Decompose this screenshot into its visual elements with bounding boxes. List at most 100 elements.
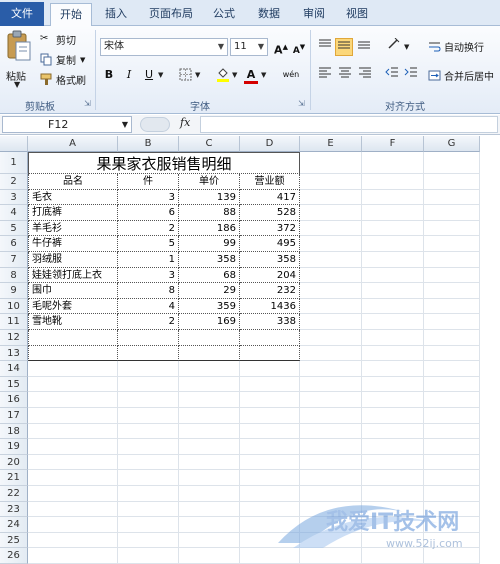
row-header[interactable]: 11 <box>0 314 28 330</box>
grid-cell[interactable] <box>424 283 480 299</box>
grid-cell[interactable] <box>179 501 240 518</box>
align-right-button[interactable] <box>356 66 374 84</box>
table-cell[interactable]: 29 <box>179 283 240 299</box>
grid-cell[interactable] <box>28 439 118 455</box>
grid-cell[interactable] <box>28 454 118 471</box>
grid-cell[interactable] <box>362 298 424 315</box>
formula-input[interactable] <box>200 116 498 133</box>
row-header[interactable]: 9 <box>0 283 28 299</box>
table-header-cell[interactable]: 单价 <box>179 174 240 190</box>
copy-button[interactable]: 复制 ▼ <box>40 52 85 67</box>
copy-dropdown-icon[interactable]: ▼ <box>80 56 85 64</box>
grid-cell[interactable] <box>362 283 424 299</box>
grid-cell[interactable] <box>362 423 424 440</box>
grid-cell[interactable] <box>362 361 424 377</box>
grid-cell[interactable] <box>28 532 118 549</box>
table-cell[interactable] <box>28 330 118 346</box>
name-box[interactable]: F12 ▼ <box>2 116 132 133</box>
table-cell[interactable]: 羽绒服 <box>28 252 118 268</box>
paste-dropdown-icon[interactable]: ▼ <box>14 80 20 89</box>
grid-cell[interactable] <box>300 283 362 299</box>
grid-cell[interactable] <box>118 486 179 502</box>
tab-page-layout[interactable]: 页面布局 <box>141 3 201 26</box>
row-header[interactable]: 21 <box>0 470 28 486</box>
row-header[interactable]: 19 <box>0 439 28 455</box>
chevron-down-icon[interactable]: ▼ <box>122 117 128 132</box>
table-cell[interactable]: 围巾 <box>28 283 118 299</box>
align-top-button[interactable] <box>316 38 334 56</box>
row-header[interactable]: 3 <box>0 189 28 206</box>
grid-cell[interactable] <box>118 392 179 408</box>
table-cell[interactable]: 毛呢外套 <box>28 298 118 315</box>
grid-cell[interactable] <box>300 376 362 393</box>
grid-cell[interactable] <box>118 408 179 424</box>
font-dialog-launcher-icon[interactable]: ⇲ <box>298 99 305 108</box>
font-color-button[interactable]: A <box>242 66 260 84</box>
grid-cell[interactable] <box>300 205 362 221</box>
tab-insert[interactable]: 插入 <box>97 3 135 26</box>
grid-cell[interactable] <box>118 501 179 518</box>
grid-cell[interactable] <box>179 423 240 440</box>
orientation-dropdown-icon[interactable]: ▼ <box>404 43 409 51</box>
grid-cell[interactable] <box>362 220 424 237</box>
row-header[interactable]: 26 <box>0 548 28 564</box>
grid-cell[interactable] <box>300 439 362 455</box>
align-middle-button[interactable] <box>335 38 353 56</box>
row-header[interactable]: 4 <box>0 205 28 221</box>
grid-cell[interactable] <box>362 205 424 221</box>
grid-cell[interactable] <box>240 376 300 393</box>
column-header[interactable]: D <box>240 136 300 152</box>
italic-button[interactable]: I <box>120 66 138 84</box>
font-name-combo[interactable]: 宋体 ▼ <box>100 38 228 56</box>
table-cell[interactable]: 毛衣 <box>28 189 118 206</box>
row-header[interactable]: 16 <box>0 392 28 408</box>
row-header[interactable]: 24 <box>0 517 28 533</box>
merge-center-button[interactable]: 合并后居中 <box>428 68 494 83</box>
font-color-dropdown-icon[interactable]: ▼ <box>261 71 266 79</box>
grid-cell[interactable] <box>424 174 480 190</box>
align-left-button[interactable] <box>316 66 334 84</box>
grid-cell[interactable] <box>300 252 362 268</box>
table-header-cell[interactable]: 营业额 <box>240 174 300 190</box>
row-header[interactable]: 12 <box>0 330 28 346</box>
grid-cell[interactable] <box>424 423 480 440</box>
border-dropdown-icon[interactable]: ▼ <box>195 71 200 79</box>
grid-cell[interactable] <box>28 423 118 440</box>
table-cell[interactable]: 68 <box>179 267 240 284</box>
row-header[interactable]: 23 <box>0 501 28 518</box>
tab-view[interactable]: 视图 <box>338 3 376 26</box>
grid-cell[interactable] <box>300 392 362 408</box>
grid-cell[interactable] <box>118 439 179 455</box>
grid-cell[interactable] <box>300 220 362 237</box>
grid-cell[interactable] <box>300 314 362 330</box>
grid-cell[interactable] <box>362 267 424 284</box>
tab-data[interactable]: 数据 <box>250 3 288 26</box>
grid-cell[interactable] <box>179 408 240 424</box>
grid-cell[interactable] <box>28 501 118 518</box>
table-cell[interactable]: 358 <box>240 252 300 268</box>
border-button[interactable] <box>176 66 194 84</box>
tab-review[interactable]: 审阅 <box>295 3 333 26</box>
align-bottom-button[interactable] <box>355 38 373 56</box>
grid-cell[interactable] <box>300 423 362 440</box>
table-cell[interactable]: 358 <box>179 252 240 268</box>
grid-cell[interactable] <box>300 174 362 190</box>
format-painter-button[interactable]: 格式刷 <box>40 72 86 87</box>
table-cell[interactable]: 338 <box>240 314 300 330</box>
phonetic-guide-button[interactable]: wén <box>280 66 302 84</box>
grid-cell[interactable] <box>362 314 424 330</box>
fill-color-button[interactable] <box>214 66 232 84</box>
fill-color-dropdown-icon[interactable]: ▼ <box>232 71 237 79</box>
row-header[interactable]: 2 <box>0 174 28 190</box>
grid-cell[interactable] <box>424 189 480 206</box>
grid-cell[interactable] <box>300 152 362 174</box>
grid-cell[interactable] <box>362 376 424 393</box>
grid-cell[interactable] <box>362 408 424 424</box>
table-cell[interactable]: 359 <box>179 298 240 315</box>
grid-cell[interactable] <box>424 314 480 330</box>
grid-cell[interactable] <box>240 454 300 471</box>
grid-cell[interactable] <box>28 392 118 408</box>
grid-cell[interactable] <box>179 376 240 393</box>
table-cell[interactable] <box>118 330 179 346</box>
grid-cell[interactable] <box>424 376 480 393</box>
